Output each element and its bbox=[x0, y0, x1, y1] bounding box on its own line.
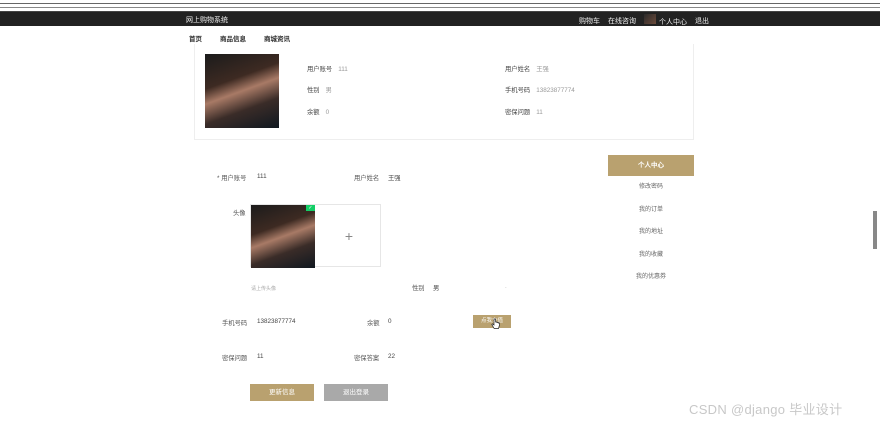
top-bar-links: 购物车 在线咨询 个人中心 退出 bbox=[579, 14, 709, 27]
side-menu-header[interactable]: 个人中心 bbox=[608, 155, 694, 176]
uploaded-avatar-thumbnail[interactable] bbox=[251, 205, 315, 268]
logout-link[interactable]: 退出 bbox=[695, 16, 709, 26]
summary-username: 用户账号 111 bbox=[307, 64, 348, 73]
user-center-link[interactable]: 个人中心 bbox=[644, 14, 687, 27]
side-menu-my-address[interactable]: 我的地址 bbox=[608, 221, 694, 244]
upload-success-icon: ✓ bbox=[306, 205, 315, 211]
summary-balance-value: 0 bbox=[325, 109, 330, 116]
summary-username-value: 111 bbox=[338, 66, 348, 73]
security-q-field[interactable]: 11 bbox=[257, 353, 264, 360]
summary-phone-value: 13823877774 bbox=[536, 87, 575, 94]
balance-field: 0 bbox=[388, 318, 392, 325]
upload-plus-button[interactable]: + bbox=[317, 205, 381, 267]
username-field[interactable]: 111 bbox=[257, 173, 267, 180]
security-a-label: 密保答案 bbox=[354, 355, 380, 362]
summary-phone-label: 手机号码 bbox=[505, 87, 531, 94]
name-field[interactable]: 王强 bbox=[388, 173, 401, 182]
side-menu-my-orders[interactable]: 我的订单 bbox=[608, 199, 694, 222]
balance-label: 余额 bbox=[367, 320, 380, 327]
summary-security-q-label: 密保问题 bbox=[505, 109, 531, 116]
gender-select[interactable]: 男 bbox=[433, 283, 439, 292]
avatar-uploader: ✓ + bbox=[250, 204, 381, 268]
site-title[interactable]: 网上购物系统 bbox=[186, 15, 228, 25]
cart-link[interactable]: 购物车 bbox=[579, 16, 600, 26]
browser-line bbox=[0, 7, 880, 8]
user-avatar-icon bbox=[644, 14, 656, 24]
main-nav: 首页 商品信息 商城资讯 bbox=[189, 33, 290, 43]
gender-dropdown-icon[interactable]: . bbox=[505, 283, 507, 290]
phone-label: 手机号码 bbox=[222, 320, 248, 327]
summary-gender-label: 性别 bbox=[307, 87, 320, 94]
browser-chrome bbox=[0, 0, 880, 12]
profile-summary-card: 用户账号 111 用户姓名 王强 性别男 手机号码 13823877774 余额 0 密… bbox=[194, 44, 694, 140]
summary-name-label: 用户姓名 bbox=[505, 66, 531, 73]
gender-label: 性别 bbox=[412, 285, 425, 292]
summary-balance-label: 余额 bbox=[307, 109, 320, 116]
profile-avatar bbox=[205, 54, 279, 128]
side-menu-my-favorites[interactable]: 我的收藏 bbox=[608, 244, 694, 267]
browser-line bbox=[0, 3, 880, 4]
nav-products[interactable]: 商品信息 bbox=[220, 33, 246, 43]
security-a-field[interactable]: 22 bbox=[388, 353, 395, 360]
nav-home[interactable]: 首页 bbox=[189, 33, 202, 43]
username-label: * 用户账号 bbox=[217, 175, 247, 182]
online-consult-link[interactable]: 在线咨询 bbox=[608, 16, 636, 26]
summary-name-value: 王强 bbox=[536, 66, 549, 73]
summary-balance: 余额 0 bbox=[307, 107, 329, 116]
user-side-menu: 个人中心 修改密码 我的订单 我的地址 我的收藏 我的优惠券 bbox=[608, 155, 694, 289]
nav-news[interactable]: 商城资讯 bbox=[264, 33, 290, 43]
logout-button[interactable]: 退出登录 bbox=[324, 384, 388, 401]
scrollbar-thumb[interactable] bbox=[873, 211, 877, 249]
summary-security-q-value: 11 bbox=[536, 109, 543, 116]
summary-phone: 手机号码 13823877774 bbox=[505, 85, 575, 94]
side-menu-my-coupons[interactable]: 我的优惠券 bbox=[608, 266, 694, 289]
top-bar: 网上购物系统 购物车 在线咨询 个人中心 退出 bbox=[0, 12, 880, 26]
hand-cursor-icon bbox=[491, 318, 500, 329]
update-info-button[interactable]: 更新信息 bbox=[250, 384, 314, 401]
upload-hint: 请上传头像 bbox=[251, 286, 277, 292]
summary-name: 用户姓名 王强 bbox=[505, 64, 549, 73]
side-menu-change-password[interactable]: 修改密码 bbox=[608, 176, 694, 199]
phone-field[interactable]: 13823877774 bbox=[257, 318, 296, 325]
summary-gender: 性别男 bbox=[307, 85, 332, 94]
summary-username-label: 用户账号 bbox=[307, 66, 333, 73]
summary-gender-value: 男 bbox=[325, 87, 332, 94]
user-center-label: 个人中心 bbox=[659, 19, 687, 26]
security-q-label: 密保问题 bbox=[222, 355, 248, 362]
name-label: 用户姓名 bbox=[354, 175, 380, 182]
summary-security-q: 密保问题 11 bbox=[505, 107, 543, 116]
avatar-label: 头像 bbox=[233, 210, 246, 217]
watermark: CSDN @django 毕业设计 bbox=[689, 402, 843, 417]
